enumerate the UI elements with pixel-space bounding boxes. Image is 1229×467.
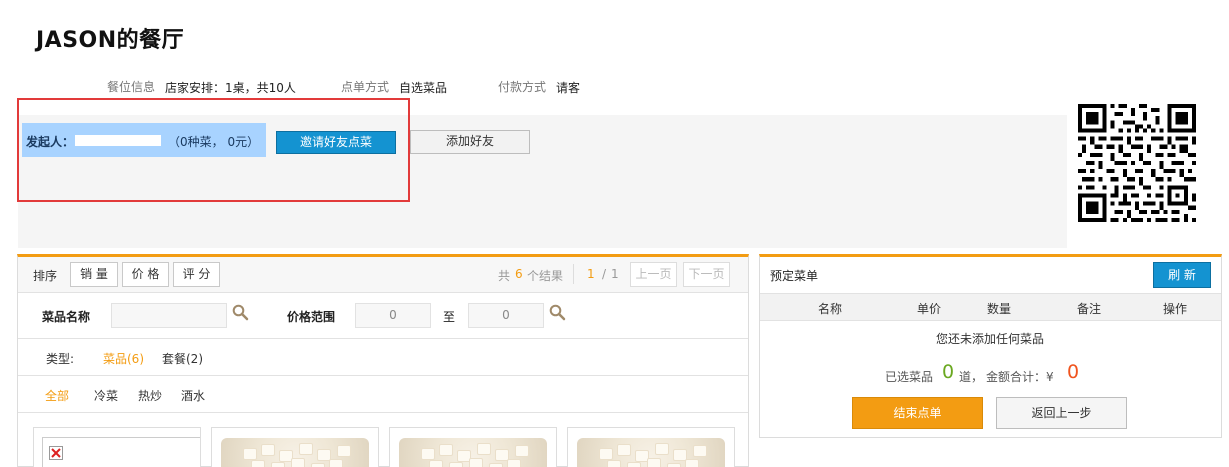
price-range-label: 价格范围 xyxy=(287,310,336,324)
seat-info-label: 餐位信息 xyxy=(107,80,156,94)
order-mode-label: 点单方式 xyxy=(341,80,390,94)
category-cold-tab[interactable]: 冷菜 xyxy=(94,387,118,404)
selected-dishes-label: 已选菜品 xyxy=(885,370,934,384)
price-max-input[interactable]: 0 xyxy=(468,303,544,328)
price-search-icon[interactable] xyxy=(549,304,566,321)
price-min-input[interactable]: 0 xyxy=(355,303,431,328)
column-note: 备注 xyxy=(1077,302,1102,316)
pager-total-pages: 1 xyxy=(611,267,619,281)
pager-separator: / xyxy=(602,267,607,281)
order-panel-title: 预定菜单 xyxy=(770,269,819,283)
qr-code xyxy=(1078,104,1196,222)
order-panel-header xyxy=(760,257,1221,293)
type-dishes-tab[interactable]: 菜品(6) xyxy=(103,350,144,367)
column-action: 操作 xyxy=(1163,302,1188,316)
category-all-tab[interactable]: 全部 xyxy=(45,387,69,404)
result-total-prefix: 共 xyxy=(498,269,511,283)
column-name: 名称 xyxy=(818,302,843,316)
dish-image xyxy=(577,438,725,467)
sort-by-rating-button[interactable]: 评 分 xyxy=(173,262,220,287)
search-icon[interactable] xyxy=(232,304,249,321)
dish-card[interactable] xyxy=(211,427,379,467)
broken-image-icon xyxy=(49,446,63,460)
selected-dishes-unit: 道， xyxy=(959,370,984,384)
sort-by-sales-button[interactable]: 销 量 xyxy=(70,262,118,287)
back-button[interactable]: 返回上一步 xyxy=(996,397,1127,429)
finish-order-button[interactable]: 结束点单 xyxy=(852,397,983,429)
result-total-suffix: 个结果 xyxy=(527,269,564,283)
add-friend-button[interactable]: 添加好友 xyxy=(410,130,530,154)
order-mode-value: 自选菜品 xyxy=(399,81,448,95)
dish-name-input[interactable] xyxy=(111,303,227,328)
next-page-button[interactable]: 下一页 xyxy=(683,262,730,287)
empty-order-message: 您还未添加任何菜品 xyxy=(936,332,1045,346)
dish-name-label: 菜品名称 xyxy=(42,310,91,324)
total-amount-value: 0 xyxy=(1067,361,1080,383)
dish-card[interactable] xyxy=(33,427,201,467)
category-drinks-tab[interactable]: 酒水 xyxy=(181,387,205,404)
restaurant-title: JASON的餐厅 xyxy=(36,28,185,53)
dish-image xyxy=(221,438,369,467)
divider xyxy=(18,412,748,413)
column-quantity: 数量 xyxy=(987,302,1012,316)
pager-divider xyxy=(573,264,574,284)
sort-label: 排序 xyxy=(33,269,58,283)
category-hot-tab[interactable]: 热炒 xyxy=(138,387,162,404)
payment-value: 请客 xyxy=(556,81,581,95)
highlight-frame xyxy=(17,98,410,202)
seat-info-value: 店家安排：1桌，共10人 xyxy=(165,81,296,95)
refresh-button[interactable]: 刷 新 xyxy=(1153,262,1211,288)
column-price: 单价 xyxy=(917,302,942,316)
type-label: 类型: xyxy=(46,352,75,366)
result-total-count: 6 xyxy=(515,267,523,281)
dish-image-frame xyxy=(42,437,200,467)
divider xyxy=(18,375,748,376)
prev-page-button[interactable]: 上一页 xyxy=(630,262,677,287)
sort-by-price-button[interactable]: 价 格 xyxy=(122,262,169,287)
pager-current-page: 1 xyxy=(587,267,595,281)
dish-card[interactable] xyxy=(389,427,557,467)
total-amount-label: 金额合计：¥ xyxy=(986,370,1054,384)
type-sets-tab[interactable]: 套餐(2) xyxy=(162,350,203,367)
payment-label: 付款方式 xyxy=(498,80,547,94)
selected-dishes-count: 0 xyxy=(942,361,955,383)
dish-card[interactable] xyxy=(567,427,735,467)
price-to-label: 至 xyxy=(443,310,456,324)
dish-image xyxy=(399,438,547,467)
divider xyxy=(18,338,748,339)
